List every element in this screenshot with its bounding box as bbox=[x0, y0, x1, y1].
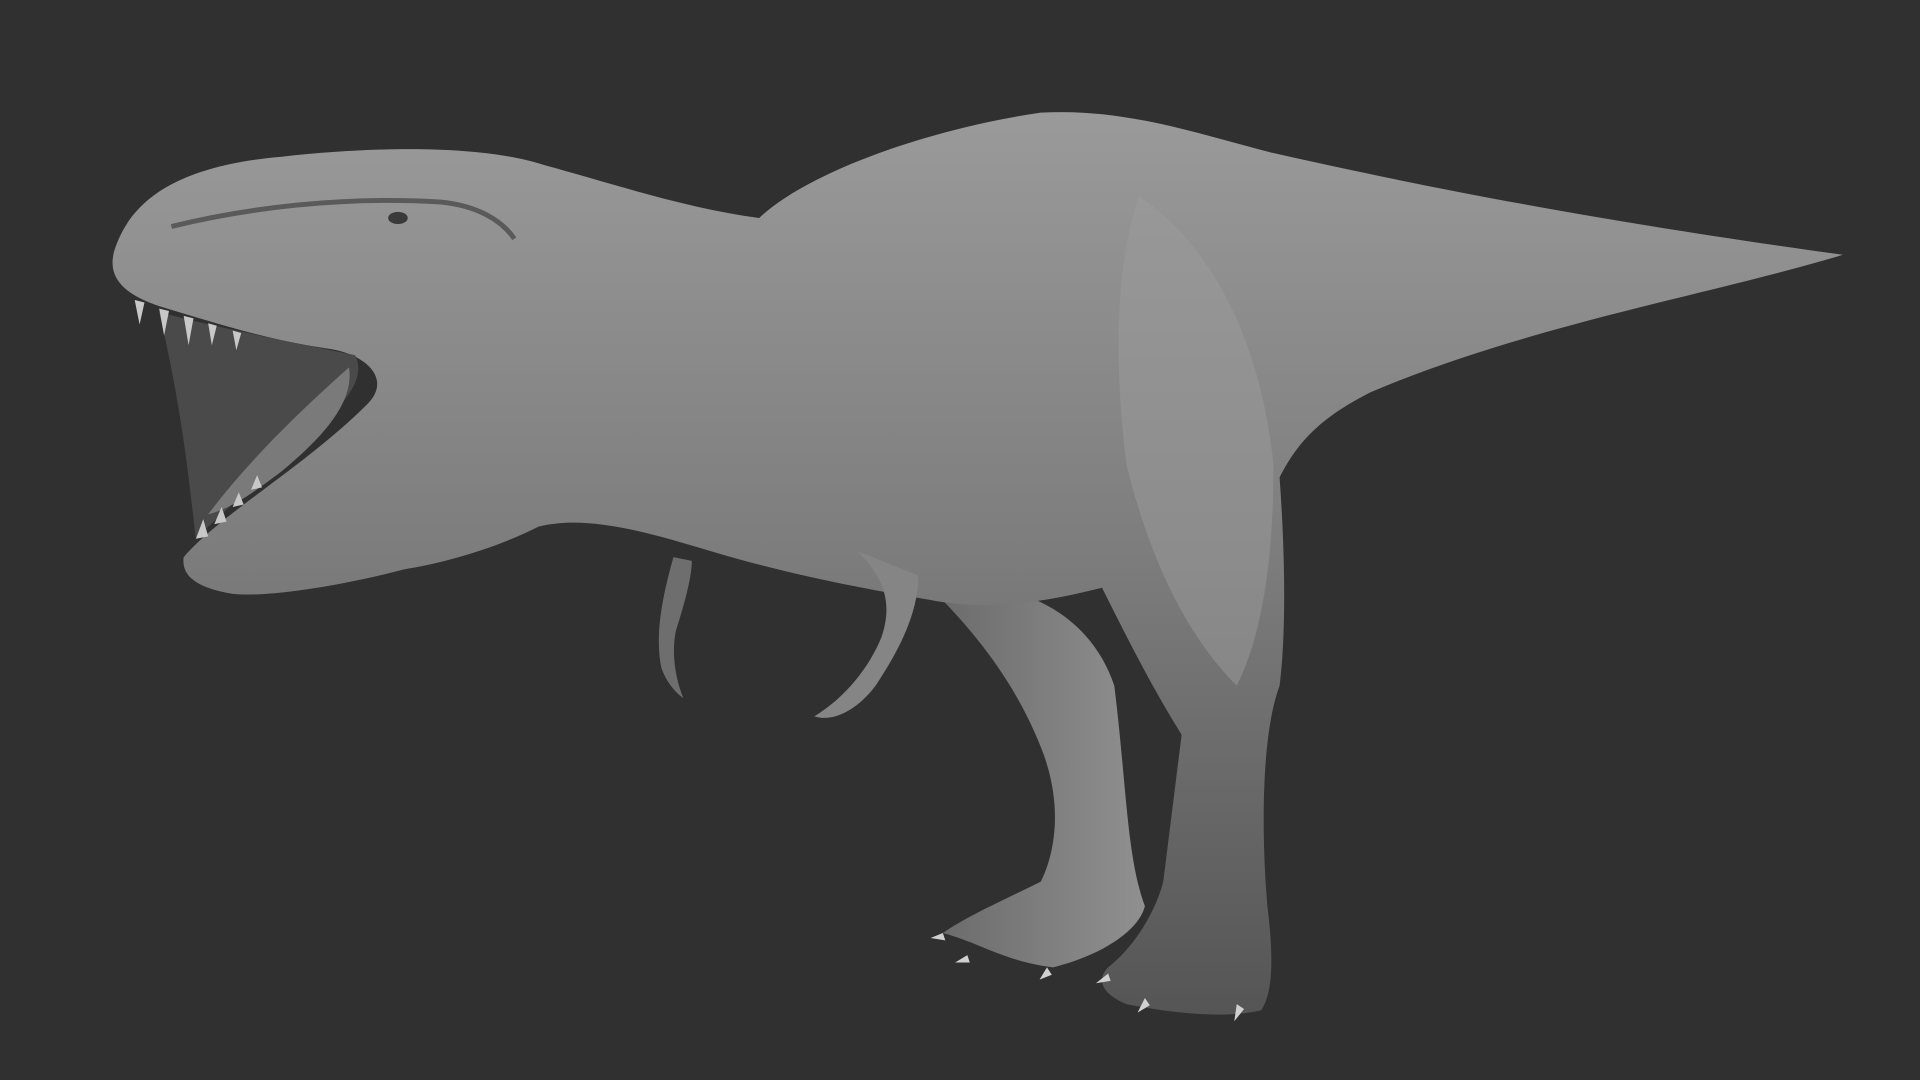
far-leg bbox=[930, 585, 1145, 968]
render-viewport bbox=[0, 0, 1920, 1080]
eye bbox=[388, 211, 408, 225]
body bbox=[112, 112, 1843, 1015]
arm-far bbox=[658, 557, 692, 698]
t-rex-model bbox=[112, 112, 1843, 1022]
